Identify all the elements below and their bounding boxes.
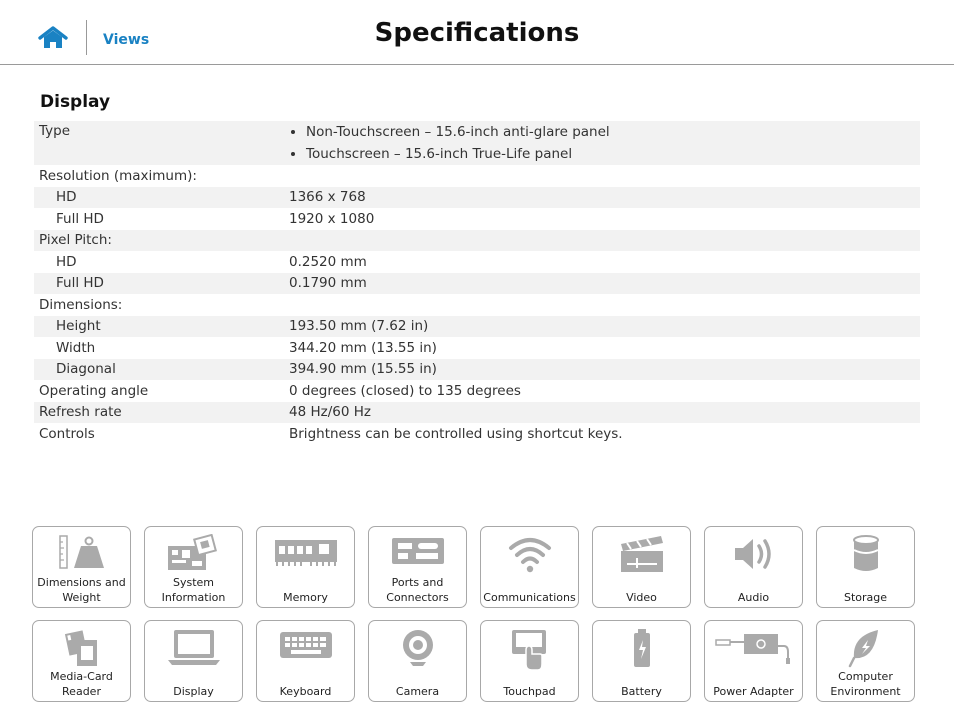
nav-label: Keyboard: [279, 685, 332, 698]
nav-battery[interactable]: Battery: [592, 620, 691, 702]
table-row: Resolution (maximum):: [34, 165, 920, 187]
nav-dimensions-and-weight[interactable]: Dimensions and Weight: [32, 526, 131, 608]
nav-label: Camera: [395, 685, 440, 698]
nav-label: Display: [173, 685, 214, 698]
spec-table: Type Non-Touchscreen – 15.6-inch anti-gl…: [34, 121, 920, 445]
leaf-icon: [848, 630, 878, 668]
motherboard-icon: [167, 534, 217, 570]
nav-label: System Information: [161, 576, 226, 604]
spec-key: Diagonal: [34, 358, 284, 380]
nav-label: Computer Environment: [830, 670, 901, 698]
touchpad-icon: [511, 630, 546, 671]
table-row: Dimensions:: [34, 294, 920, 316]
table-row: Full HD 1920 x 1080: [34, 208, 920, 230]
table-row: Operating angle 0 degrees (closed) to 135…: [34, 380, 920, 402]
nav-display[interactable]: Display: [144, 620, 243, 702]
table-row: Controls Brightness can be controlled usi…: [34, 423, 920, 445]
speaker-icon: [734, 539, 771, 569]
nav-communications[interactable]: Communications: [480, 526, 579, 608]
nav-label: Audio: [737, 591, 770, 604]
spec-value: 0 degrees (closed) to 135 degrees: [289, 382, 521, 399]
ruler-weight-icon: [58, 535, 104, 569]
spec-value: Non-Touchscreen – 15.6-inch anti-glare p…: [284, 121, 920, 165]
section-title: Display: [40, 92, 111, 112]
nav-label: Storage: [843, 591, 888, 604]
nav-touchpad[interactable]: Touchpad: [480, 620, 579, 702]
list-item: Touchscreen – 15.6-inch True-Life panel: [306, 143, 920, 165]
spec-value: [284, 229, 920, 251]
spec-key: Width: [56, 339, 96, 356]
table-row: HD 0.2520 mm: [34, 251, 920, 273]
table-row: HD 1366 x 768: [34, 186, 920, 208]
spec-key: Operating angle: [39, 382, 149, 399]
nav-label: Power Adapter: [713, 685, 794, 698]
webcam-icon: [402, 630, 433, 666]
nav-audio[interactable]: Audio: [704, 526, 803, 608]
table-row: Width 344.20 mm (13.55 in): [34, 337, 920, 359]
nav-system-information[interactable]: System Information: [144, 526, 243, 608]
nav-storage[interactable]: Storage: [816, 526, 915, 608]
spec-value: 0.2520 mm: [289, 253, 367, 270]
nav-media-card-reader[interactable]: Media-Card Reader: [32, 620, 131, 702]
spec-value: 48 Hz/60 Hz: [284, 401, 920, 423]
spec-key: HD: [56, 253, 77, 270]
spec-key: Type: [34, 121, 284, 165]
power-adapter-icon: [714, 634, 790, 664]
spec-key: Pixel Pitch:: [34, 229, 284, 251]
keyboard-icon: [279, 632, 332, 658]
spec-value: 394.90 mm (15.55 in): [284, 358, 920, 380]
nav-camera[interactable]: Camera: [368, 620, 467, 702]
spec-value: [284, 294, 920, 316]
nav-label: Video: [626, 591, 657, 604]
spec-value: 1366 x 768: [284, 186, 920, 208]
spec-key: Dimensions:: [39, 296, 123, 313]
table-row: Refresh rate 48 Hz/60 Hz: [34, 401, 920, 423]
nav-label: Battery: [621, 685, 662, 698]
laptop-icon: [167, 630, 220, 665]
spec-key: Full HD: [56, 210, 104, 227]
wifi-icon: [508, 538, 551, 573]
spec-key: Full HD: [34, 272, 284, 294]
storage-icon: [852, 535, 879, 571]
nav-label: Dimensions and Weight: [37, 576, 126, 604]
ports-icon: [391, 538, 444, 564]
table-row: Diagonal 394.90 mm (15.55 in): [34, 358, 920, 380]
nav-label: Touchpad: [503, 685, 556, 698]
table-row: Height 193.50 mm (7.62 in): [34, 315, 920, 337]
table-row: Pixel Pitch:: [34, 229, 920, 251]
spec-key: Height: [34, 315, 284, 337]
spec-key: Refresh rate: [34, 401, 284, 423]
spec-key: Resolution (maximum):: [39, 167, 197, 184]
header: Views Specifications: [0, 0, 954, 65]
table-row: Type Non-Touchscreen – 15.6-inch anti-gl…: [34, 121, 920, 165]
page-title: Specifications: [374, 18, 580, 48]
memory-module-icon: [274, 540, 337, 566]
nav-keyboard[interactable]: Keyboard: [256, 620, 355, 702]
nav-video[interactable]: Video: [592, 526, 691, 608]
nav-computer-environment[interactable]: Computer Environment: [816, 620, 915, 702]
nav-label: Memory: [283, 591, 328, 604]
nav-memory[interactable]: Memory: [256, 526, 355, 608]
nav-ports-and-connectors[interactable]: Ports and Connectors: [368, 526, 467, 608]
type-list: Non-Touchscreen – 15.6-inch anti-glare p…: [289, 121, 920, 165]
spec-value: 193.50 mm (7.62 in): [284, 315, 920, 337]
spec-value: 1920 x 1080: [289, 210, 375, 227]
spec-key: HD: [34, 186, 284, 208]
nav-label: Media-Card Reader: [50, 670, 113, 698]
list-item: Non-Touchscreen – 15.6-inch anti-glare p…: [306, 121, 920, 143]
battery-icon: [633, 629, 650, 667]
nav-power-adapter[interactable]: Power Adapter: [704, 620, 803, 702]
clapperboard-icon: [620, 536, 663, 572]
nav-label: Communications: [483, 591, 576, 604]
nav-label: Ports and Connectors: [386, 576, 449, 604]
spec-key: Controls: [39, 425, 95, 442]
table-row: Full HD 0.1790 mm: [34, 272, 920, 294]
spec-value: 344.20 mm (13.55 in): [289, 339, 437, 356]
spec-value: 0.1790 mm: [284, 272, 920, 294]
spec-value: [284, 165, 920, 187]
spec-value: Brightness can be controlled using short…: [289, 425, 623, 442]
media-card-icon: [64, 630, 97, 666]
